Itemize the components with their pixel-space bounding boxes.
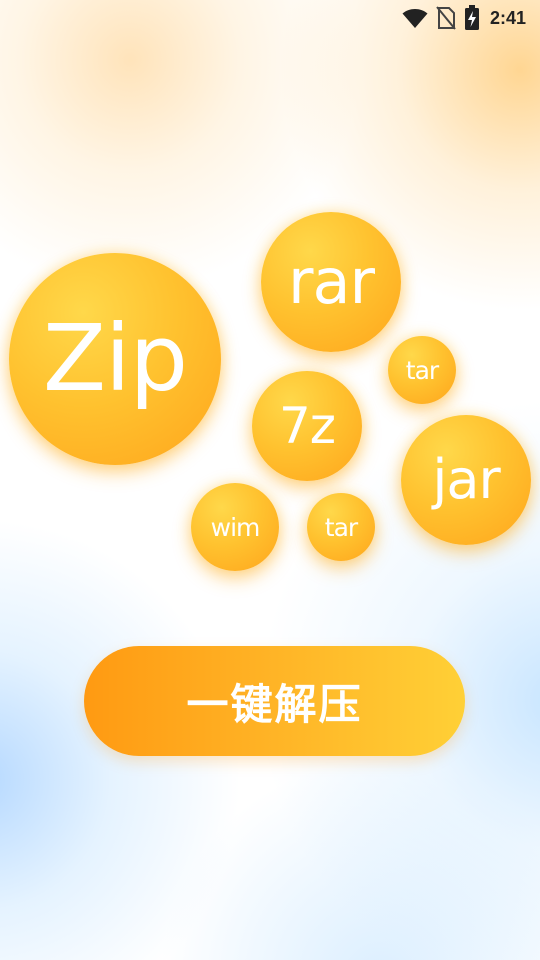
one-click-extract-button[interactable]: 一键解压 [84, 646, 465, 756]
battery-charging-icon [464, 5, 480, 31]
format-bubble-rar[interactable]: rar [261, 212, 401, 352]
format-bubble-tar-top[interactable]: tar [388, 336, 456, 404]
format-bubble-zip[interactable]: Zip [9, 253, 221, 465]
status-bar: 2:41 [402, 0, 540, 36]
no-sim-icon [436, 6, 456, 30]
format-bubble-jar[interactable]: jar [401, 415, 531, 545]
format-bubble-7z[interactable]: 7z [252, 371, 362, 481]
format-bubble-tar-bottom[interactable]: tar [307, 493, 375, 561]
wifi-icon [402, 7, 428, 29]
format-bubble-wim[interactable]: wim [191, 483, 279, 571]
status-time: 2:41 [489, 7, 526, 28]
